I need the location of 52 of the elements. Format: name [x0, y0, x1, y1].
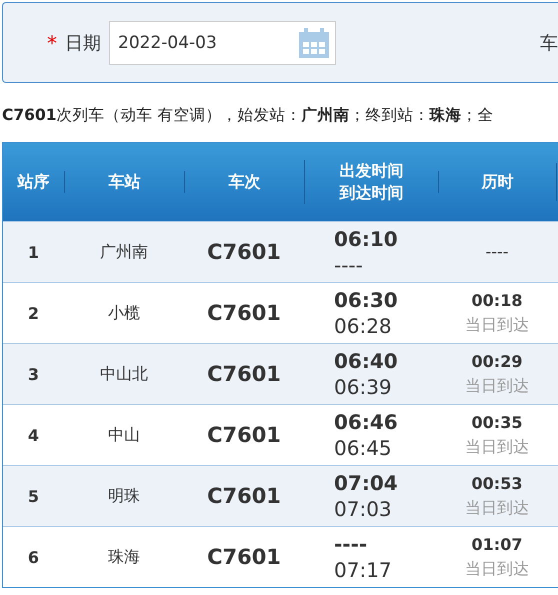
train-number: C7601: [206, 423, 282, 447]
column-header: 站序: [18, 171, 50, 193]
arrival-time: 07:17: [334, 557, 393, 583]
duration: 00:53: [472, 473, 522, 495]
train-number: C7601: [206, 362, 282, 386]
arrival-time: 06:39: [334, 374, 393, 400]
required-mark: *: [47, 30, 57, 54]
stop-number: 2: [26, 304, 40, 322]
stop-number: 4: [26, 426, 40, 444]
arrival-day-note: 当日到达: [465, 375, 529, 397]
arrival-day-note: 当日到达: [465, 314, 529, 336]
departure-time: 06:40: [334, 348, 399, 374]
calendar-icon[interactable]: [299, 28, 329, 58]
arrival-day-note: 当日到达: [465, 497, 529, 519]
column-header: 历时: [482, 171, 514, 193]
arrival-day-note: 当日到达: [465, 558, 529, 580]
departure-time: 07:04: [334, 470, 399, 496]
stop-number: 1: [26, 242, 40, 262]
station-name: 小榄: [107, 302, 141, 324]
stop-number: 3: [26, 364, 40, 384]
date-field[interactable]: 2022-04-03: [109, 20, 336, 64]
column-header: 车站: [108, 171, 140, 193]
duration: 01:07: [472, 534, 522, 556]
arrival-time: 06:28: [334, 313, 393, 339]
arrival-time: 06:45: [334, 435, 393, 461]
station-name: 中山北: [99, 364, 149, 384]
station-name: 中山: [107, 424, 141, 446]
train-number: C7601: [206, 301, 282, 325]
station-name: 明珠: [107, 486, 141, 506]
duration: ----: [485, 241, 509, 263]
train-number: C7601: [206, 484, 282, 508]
arrival-time: 07:03: [334, 496, 393, 522]
arrival-time: ----: [334, 252, 364, 278]
duration: 00:35: [472, 412, 522, 434]
station-name: 珠海: [107, 546, 141, 568]
train-summary: C7601次列车（动车 有空调），始发站：广州南；终到站：珠海；全: [2, 105, 494, 126]
arrival-day-note: 当日到达: [465, 436, 529, 458]
departure-time: 06:46: [334, 409, 399, 435]
column-header: 车次: [228, 171, 260, 193]
train-number: C7601: [206, 545, 282, 569]
train-number: C7601: [206, 240, 282, 264]
stop-number: 5: [26, 486, 40, 506]
departure-time: 06:10: [334, 226, 399, 252]
departure-time: ----: [334, 531, 368, 557]
stop-number: 6: [26, 548, 40, 566]
departure-time: 06:30: [334, 287, 399, 313]
field-label: 车: [540, 32, 558, 54]
date-label: 日期: [65, 32, 101, 54]
duration: 00:29: [472, 351, 522, 373]
station-name: 广州南: [99, 242, 149, 262]
column-header: 出发时间到达时间: [338, 160, 404, 204]
duration: 00:18: [472, 290, 522, 312]
